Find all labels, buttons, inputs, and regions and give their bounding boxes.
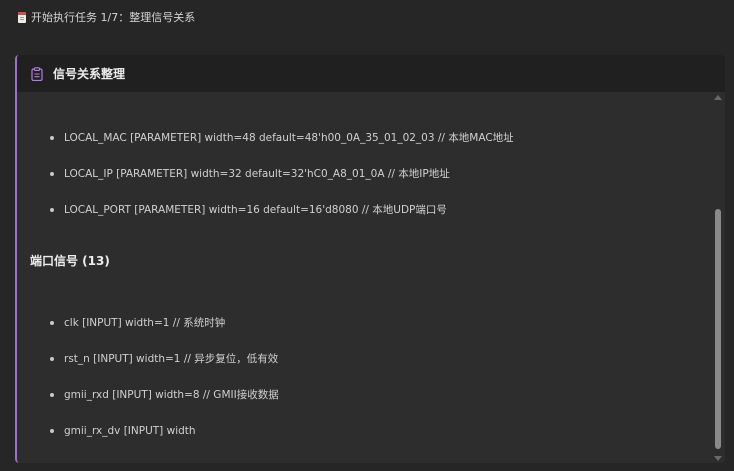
- task-status-text: 开始执行任务 1/7：整理信号关系: [31, 11, 196, 24]
- list-item: gmii_rx_dv [INPUT] width: [50, 424, 279, 460]
- scroll-down-arrow-icon[interactable]: [714, 456, 722, 461]
- parameter-list: LOCAL_MAC [PARAMETER] width=48 default=4…: [50, 131, 514, 239]
- notepad-icon: [18, 11, 26, 23]
- panel-header[interactable]: 信号关系整理: [17, 55, 725, 92]
- list-item: clk [INPUT] width=1 // 系统时钟: [50, 316, 279, 352]
- clipboard-icon: [31, 66, 43, 81]
- list-item: LOCAL_IP [PARAMETER] width=32 default=32…: [50, 167, 514, 203]
- port-list: clk [INPUT] width=1 // 系统时钟 rst_n [INPUT…: [50, 316, 279, 460]
- scroll-up-arrow-icon[interactable]: [714, 95, 722, 100]
- list-item: LOCAL_MAC [PARAMETER] width=48 default=4…: [50, 131, 514, 167]
- panel-content[interactable]: LOCAL_MAC [PARAMETER] width=48 default=4…: [17, 92, 725, 463]
- task-status-line: 开始执行任务 1/7：整理信号关系: [18, 9, 195, 25]
- signal-relations-panel: 信号关系整理 LOCAL_MAC [PARAMETER] width=48 de…: [15, 55, 725, 463]
- port-section-heading: 端口信号 (13): [30, 254, 110, 268]
- scrollbar-thumb[interactable]: [715, 209, 721, 449]
- list-item: LOCAL_PORT [PARAMETER] width=16 default=…: [50, 203, 514, 239]
- list-item: rst_n [INPUT] width=1 // 异步复位，低有效: [50, 352, 279, 388]
- panel-title: 信号关系整理: [53, 67, 126, 81]
- list-item: gmii_rxd [INPUT] width=8 // GMII接收数据: [50, 388, 279, 424]
- vertical-scrollbar[interactable]: [713, 92, 723, 463]
